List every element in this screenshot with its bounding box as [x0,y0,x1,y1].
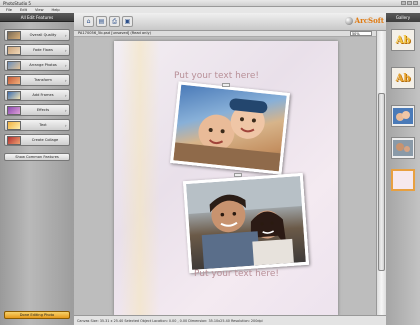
brand-logo: ArcSoft [344,16,384,25]
show-common-features-button[interactable]: Show Common Features [4,153,70,161]
photo-father-daughter[interactable] [182,172,310,274]
logo-text: ArcSoft [354,16,384,25]
panel-header: All Edit Features [0,13,74,22]
add-frames-icon [7,90,21,100]
kids-image [173,98,281,172]
collage-page[interactable]: Put your text here! Put your text here! [114,41,338,315]
feature-label: Effects [36,108,50,112]
feature-text[interactable]: Text › [4,119,70,131]
feature-arrange-photos[interactable]: Arrange Photos › [4,59,70,71]
gallery-photo-thumb [393,108,413,124]
close-button[interactable] [413,1,418,5]
edit-features-panel: All Edit Features Overall Quality › Fade… [0,13,74,325]
gallery-header: Gallery [386,13,420,22]
text-icon [7,120,21,130]
menu-edit[interactable]: Edit [20,8,27,12]
feature-label: Transform [34,78,52,82]
photo-clip [222,83,230,87]
maximize-button[interactable] [407,1,412,5]
placeholder-text-bottom[interactable]: Put your text here! [194,269,279,279]
placeholder-text-top[interactable]: Put your text here! [174,71,259,81]
save-icon[interactable]: ▣ [122,16,133,27]
chevron-right-icon: › [65,32,67,38]
photo-kids[interactable] [170,81,290,175]
feature-label: Add Frames [32,93,54,97]
father-daughter-image [186,176,302,270]
minimize-button[interactable] [401,1,406,5]
document-name: PA170056_5b.psd [unsaved] (Read only) [78,31,151,35]
feature-add-frames[interactable]: Add Frames › [4,89,70,101]
feature-transform[interactable]: Transform › [4,74,70,86]
photo-clip [234,173,242,177]
collage-icon [7,135,21,145]
feature-label: Fade Flaws [33,48,53,52]
chevron-right-icon: › [65,47,67,53]
gallery-item-text-style[interactable]: Ab [391,29,415,51]
logo-ball-icon [344,16,353,25]
gallery-panel: Gallery Ab Ab [386,13,420,325]
feature-fade-flaws[interactable]: Fade Flaws › [4,44,70,56]
zoom-select[interactable]: 50% [350,31,372,36]
gallery-text-sample: Ab [395,72,411,84]
menu-help[interactable]: Help [52,8,60,12]
open-icon[interactable]: ▤ [96,16,107,27]
transform-icon [7,75,21,85]
chevron-right-icon: › [65,92,67,98]
fade-flaws-icon [7,45,21,55]
chevron-right-icon: › [65,107,67,113]
page-decoration [120,41,160,315]
scrollbar-thumb[interactable] [378,93,385,271]
feature-label: Overall Quality [29,33,57,37]
gallery-item-background[interactable] [391,169,415,191]
title-bar: PhotoStudio 5 [0,0,420,7]
chevron-right-icon: › [65,62,67,68]
gallery-text-sample: Ab [395,34,411,46]
feature-label: Text [39,123,47,127]
create-collage-label: Create Collage [31,138,59,142]
feature-label: Arrange Photos [29,63,57,67]
gallery-item-photo[interactable] [391,137,415,159]
feature-overall-quality[interactable]: Overall Quality › [4,29,70,41]
vertical-scrollbar[interactable] [376,31,386,315]
canvas-area[interactable]: Put your text here! Put your text here! [74,37,376,315]
status-bar: Canvas Size: 35.31 x 25.40 Selected Obje… [74,315,386,325]
status-text: Canvas Size: 35.31 x 25.40 Selected Obje… [77,318,263,323]
window-title: PhotoStudio 5 [3,1,31,6]
window-controls [401,1,418,5]
print-icon[interactable]: ⎙ [109,16,120,27]
toolbar: ⌂ ▤ ⎙ ▣ ArcSoft [74,13,390,31]
home-icon[interactable]: ⌂ [83,16,94,27]
gallery-photo-thumb [393,140,413,156]
effects-icon [7,105,21,115]
overall-quality-icon [7,30,21,40]
gallery-item-text-style[interactable]: Ab [391,67,415,89]
chevron-right-icon: › [65,77,67,83]
menu-view[interactable]: View [35,8,44,12]
feature-effects[interactable]: Effects › [4,104,70,116]
menu-file[interactable]: File [6,8,12,12]
arrange-photos-icon [7,60,21,70]
create-collage-button[interactable]: Create Collage [4,134,70,146]
chevron-right-icon: › [65,122,67,128]
gallery-item-photo[interactable] [391,105,415,127]
done-editing-button[interactable]: Done Editing Photo [4,311,70,319]
